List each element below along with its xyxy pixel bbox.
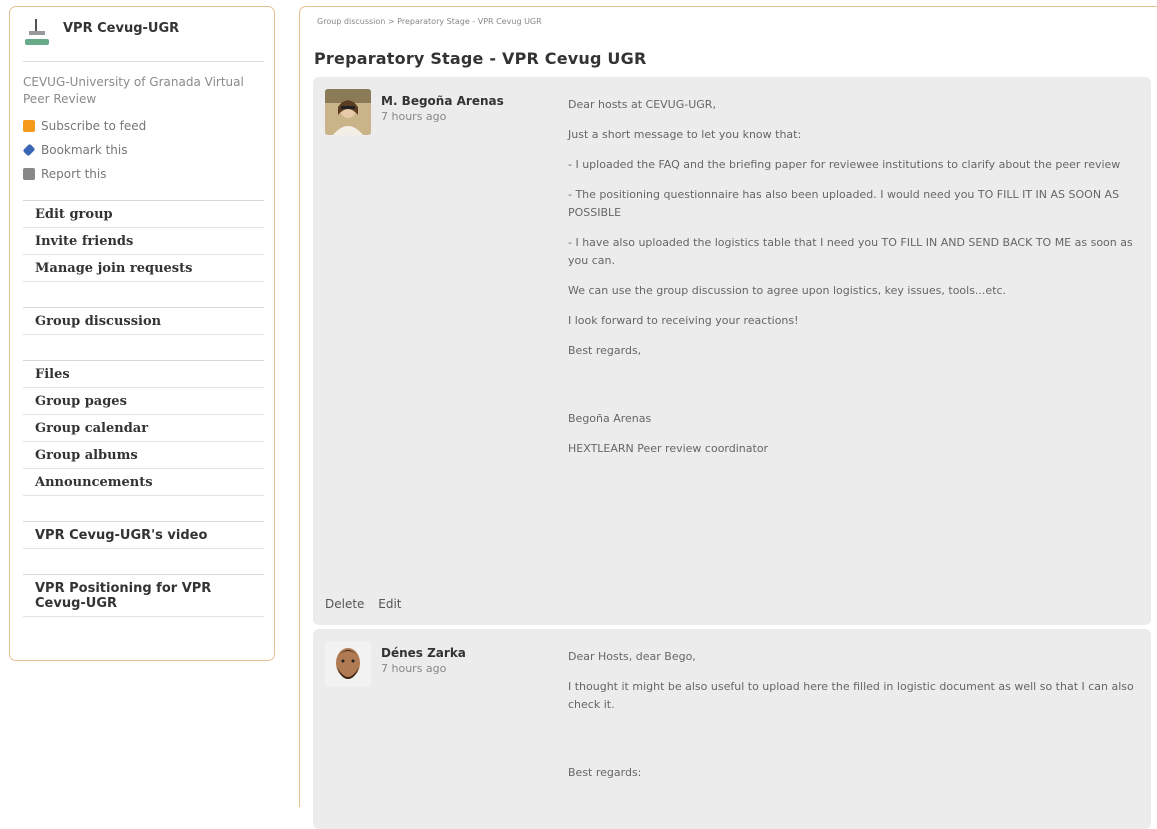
post-paragraph: Just a short message to let you know tha… — [568, 128, 802, 141]
menu-invite-friends[interactable]: Invite friends — [23, 228, 264, 255]
post-timestamp: 7 hours ago — [381, 662, 447, 675]
group-description: CEVUG-University of Granada Virtual Peer… — [23, 75, 244, 106]
menu-manage-join-requests[interactable]: Manage join requests — [23, 255, 264, 282]
edit-link[interactable]: Edit — [378, 597, 401, 611]
report-label: Report this — [41, 167, 107, 181]
post-paragraph — [568, 726, 1138, 752]
breadcrumb-separator: > — [387, 17, 395, 26]
post-paragraph: Dear Hosts, dear Bego, — [568, 650, 696, 663]
menu-divider — [23, 496, 264, 522]
breadcrumb: Group discussion > Preparatory Stage - V… — [317, 17, 542, 26]
menu-divider — [23, 549, 264, 575]
menu-group-pages[interactable]: Group pages — [23, 388, 264, 415]
group-icon[interactable] — [23, 17, 53, 47]
report-link[interactable]: Report this — [23, 162, 264, 186]
post-paragraph — [568, 372, 1138, 398]
post-paragraph: I thought it might be also useful to upl… — [568, 680, 1134, 711]
group-sidebar: VPR Cevug-UGR CEVUG-University of Granad… — [9, 6, 275, 661]
menu-group-discussion[interactable]: Group discussion — [23, 308, 264, 335]
main-content: Group discussion > Preparatory Stage - V… — [299, 6, 1157, 829]
post-paragraph: - I uploaded the FAQ and the briefing pa… — [568, 158, 1121, 171]
page-title: Preparatory Stage - VPR Cevug UGR — [314, 49, 647, 68]
post-timestamp: 7 hours ago — [381, 110, 447, 123]
post-paragraph: Dear hosts at CEVUG-UGR, — [568, 98, 716, 111]
breadcrumb-current-topic: Preparatory Stage - VPR Cevug UGR — [397, 17, 542, 26]
group-title[interactable]: VPR Cevug-UGR — [63, 21, 179, 36]
bookmark-label: Bookmark this — [41, 143, 128, 157]
post-paragraph: - I have also uploaded the logistics tab… — [568, 236, 1133, 267]
menu-positioning-page[interactable]: VPR Positioning for VPR Cevug-UGR — [23, 575, 264, 617]
menu-divider — [23, 335, 264, 361]
bookmark-link[interactable]: Bookmark this — [22, 138, 264, 162]
post-paragraph: Best regards, — [568, 344, 642, 357]
discussion-post: Dénes Zarka 7 hours ago Dear Hosts, dear… — [313, 629, 1151, 829]
menu-group-video[interactable]: VPR Cevug-UGR's video — [23, 522, 264, 549]
group-menu: Edit group Invite friends Manage join re… — [23, 200, 264, 617]
bookmark-icon — [22, 143, 36, 157]
subscribe-feed-link[interactable]: Subscribe to feed — [23, 114, 264, 138]
post-body: Dear Hosts, dear Bego, I thought it migh… — [568, 648, 1138, 794]
group-header: VPR Cevug-UGR — [23, 15, 264, 62]
post-actions: Delete Edit — [325, 597, 412, 611]
report-icon — [23, 168, 35, 180]
menu-announcements[interactable]: Announcements — [23, 469, 264, 496]
discussion-post: M. Begoña Arenas 7 hours ago Dear hosts … — [313, 77, 1151, 625]
post-body: Dear hosts at CEVUG-UGR, Just a short me… — [568, 96, 1138, 470]
menu-edit-group[interactable]: Edit group — [23, 201, 264, 228]
avatar[interactable] — [325, 641, 371, 687]
post-paragraph: - The positioning questionnaire has also… — [568, 188, 1120, 219]
post-paragraph: HEXTLEARN Peer review coordinator — [568, 442, 769, 455]
menu-group-calendar[interactable]: Group calendar — [23, 415, 264, 442]
breadcrumb-group-discussion[interactable]: Group discussion — [317, 17, 385, 26]
avatar[interactable] — [325, 89, 371, 135]
menu-group-albums[interactable]: Group albums — [23, 442, 264, 469]
post-author[interactable]: M. Begoña Arenas — [381, 94, 504, 108]
menu-divider — [23, 282, 264, 308]
delete-link[interactable]: Delete — [325, 597, 364, 611]
post-paragraph: Best regards: — [568, 766, 642, 779]
post-author[interactable]: Dénes Zarka — [381, 646, 466, 660]
post-paragraph: I look forward to receiving your reactio… — [568, 314, 799, 327]
post-paragraph: We can use the group discussion to agree… — [568, 284, 1007, 297]
post-paragraph: Begoña Arenas — [568, 412, 652, 425]
subscribe-feed-label: Subscribe to feed — [41, 119, 147, 133]
feed-icon — [23, 120, 35, 132]
menu-files[interactable]: Files — [23, 361, 264, 388]
